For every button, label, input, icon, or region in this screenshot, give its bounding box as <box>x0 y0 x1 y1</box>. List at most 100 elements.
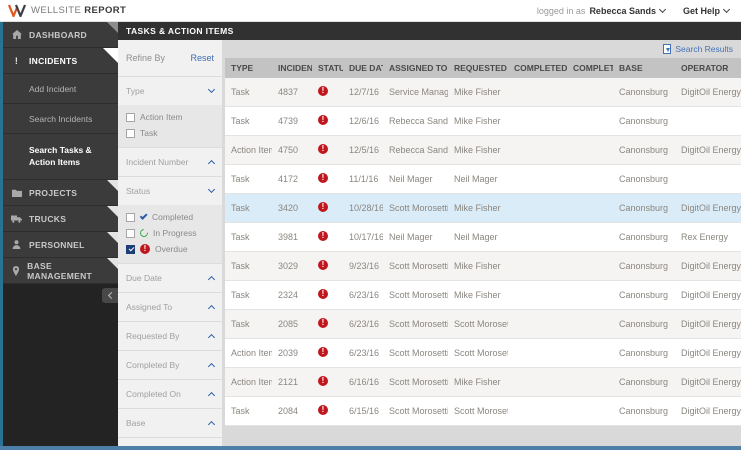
filter-option-task[interactable]: Task <box>126 128 214 138</box>
table-row[interactable]: Task 3981 10/17/16 Neil Mager Neil Mager… <box>225 223 741 252</box>
col-base[interactable]: BASE <box>613 58 675 78</box>
filter-section-requested-by[interactable]: Requested By <box>118 321 222 350</box>
sidebar-item-projects[interactable]: PROJECTS <box>3 180 118 206</box>
filter-section-completed-on[interactable]: Completed On <box>118 379 222 408</box>
col-requested-by[interactable]: REQUESTED BY <box>448 58 508 78</box>
table-row[interactable]: Task 2324 6/23/16 Scott Morosetti Mike F… <box>225 281 741 310</box>
map-pin-icon <box>11 266 20 276</box>
cell-due-date: 6/23/16 <box>343 281 383 310</box>
cell-type: Action Item <box>225 368 272 397</box>
chevron-down-icon <box>208 186 215 193</box>
col-due-date[interactable]: DUE DATE <box>343 58 383 78</box>
cell-operator: DigitOil Energy <box>675 194 741 223</box>
cell-completed-on <box>567 194 613 223</box>
table-row[interactable]: Task 3029 9/23/16 Scott Morosetti Mike F… <box>225 252 741 281</box>
filter-option-overdue[interactable]: Overdue <box>126 244 214 254</box>
cell-incident: 3981 <box>272 223 312 252</box>
sidebar-item-dashboard[interactable]: DASHBOARD <box>3 22 118 48</box>
cell-completed-by <box>508 310 567 339</box>
person-icon <box>11 240 22 249</box>
cell-incident: 4750 <box>272 136 312 165</box>
cell-base: Canonsburg <box>613 136 675 165</box>
col-status[interactable]: STATUS <box>312 58 343 78</box>
cell-operator: DigitOil Energy <box>675 136 741 165</box>
checkbox[interactable] <box>126 213 135 222</box>
checkbox[interactable] <box>126 113 135 122</box>
refine-by-panel: Refine By Reset Type Action Item Task <box>118 40 222 450</box>
cell-due-date: 6/16/16 <box>343 368 383 397</box>
table-row[interactable]: Task 4172 11/1/16 Neil Mager Neil Mager … <box>225 165 741 194</box>
filter-option-in-progress[interactable]: In Progress <box>126 228 214 238</box>
cell-due-date: 9/23/16 <box>343 252 383 281</box>
table-row[interactable]: Task 2084 6/15/16 Scott Morosetti Scott … <box>225 397 741 426</box>
cell-incident: 2121 <box>272 368 312 397</box>
checkbox[interactable] <box>126 229 135 238</box>
filter-section-incident-number[interactable]: Incident Number <box>118 147 222 176</box>
cell-type: Task <box>225 223 272 252</box>
cell-due-date: 6/23/16 <box>343 310 383 339</box>
table-row[interactable]: Action Item 2121 6/16/16 Scott Morosetti… <box>225 368 741 397</box>
filter-section-completed-by[interactable]: Completed By <box>118 350 222 379</box>
filter-section-type[interactable]: Type <box>118 76 222 105</box>
search-results-export-link[interactable]: Search Results <box>663 44 733 54</box>
sidebar-item-search-tasks-action-items[interactable]: Search Tasks & Action Items <box>3 134 118 180</box>
fold-corner <box>107 232 118 243</box>
sidebar-item-trucks[interactable]: TRUCKS <box>3 206 118 232</box>
cell-completed-on <box>567 223 613 252</box>
cell-assigned-to: Scott Morosetti <box>383 194 448 223</box>
filter-section-assigned-to[interactable]: Assigned To <box>118 292 222 321</box>
refine-by-title: Refine By <box>126 53 165 63</box>
results-region: Search Results TYPE INCIDENT STATUS DUE … <box>222 40 741 450</box>
cell-completed-on <box>567 281 613 310</box>
sidebar-filler <box>3 284 118 450</box>
cell-completed-by <box>508 339 567 368</box>
table-row[interactable]: Task 3420 10/28/16 Scott Morosetti Mike … <box>225 194 741 223</box>
table-row[interactable]: Task 4739 12/6/16 Rebecca Sands Mike Fis… <box>225 107 741 136</box>
cell-assigned-to: Scott Morosetti <box>383 281 448 310</box>
cell-type: Action Item <box>225 136 272 165</box>
chevron-up-icon <box>208 391 215 398</box>
checkbox[interactable] <box>126 129 135 138</box>
page-title-bar: TASKS & ACTION ITEMS <box>118 22 741 40</box>
cell-operator <box>675 165 741 194</box>
sidebar-item-personnel[interactable]: PERSONNEL <box>3 232 118 258</box>
sidebar-collapse-button[interactable] <box>102 288 118 303</box>
cell-due-date: 12/5/16 <box>343 136 383 165</box>
col-assigned-to[interactable]: ASSIGNED TO <box>383 58 448 78</box>
table-row[interactable]: Task 2085 6/23/16 Scott Morosetti Scott … <box>225 310 741 339</box>
col-type[interactable]: TYPE <box>225 58 272 78</box>
get-help-menu[interactable]: Get Help <box>683 6 729 16</box>
cell-incident: 4172 <box>272 165 312 194</box>
cell-assigned-to: Scott Morosetti <box>383 310 448 339</box>
cell-status <box>312 136 343 165</box>
cell-incident: 4739 <box>272 107 312 136</box>
col-completed-on[interactable]: COMPLETED ON <box>567 58 613 78</box>
sidebar-item-add-incident[interactable]: Add Incident <box>3 74 118 104</box>
search-results-doc-icon <box>663 44 671 54</box>
sidebar-item-base-management[interactable]: BASE MANAGEMENT <box>3 258 118 284</box>
checkbox[interactable] <box>126 245 135 254</box>
table-row[interactable]: Task 4837 12/7/16 Service Manager Mike F… <box>225 78 741 107</box>
cell-completed-on <box>567 165 613 194</box>
user-menu[interactable]: logged in as Rebecca Sands <box>537 6 665 16</box>
table-row[interactable]: Action Item 2039 6/23/16 Scott Morosetti… <box>225 339 741 368</box>
col-incident[interactable]: INCIDENT <box>272 58 312 78</box>
sidebar-item-incidents[interactable]: ! INCIDENTS <box>3 48 118 74</box>
col-operator[interactable]: OPERATOR <box>675 58 741 78</box>
tasks-table: TYPE INCIDENT STATUS DUE DATE ASSIGNED T… <box>225 58 741 426</box>
sidebar-item-search-incidents[interactable]: Search Incidents <box>3 104 118 134</box>
reset-filters-link[interactable]: Reset <box>190 53 214 63</box>
cell-due-date: 11/1/16 <box>343 165 383 194</box>
cell-status <box>312 107 343 136</box>
col-completed-by[interactable]: COMPLETED BY <box>508 58 567 78</box>
table-row[interactable]: Action Item 4750 12/5/16 Rebecca Sands M… <box>225 136 741 165</box>
cell-type: Task <box>225 252 272 281</box>
cell-status <box>312 165 343 194</box>
filter-section-due-date[interactable]: Due Date <box>118 263 222 292</box>
filter-option-completed[interactable]: Completed <box>126 212 214 222</box>
incident-exclamation-icon: ! <box>11 56 22 66</box>
cell-requested-by: Neil Mager <box>448 223 508 252</box>
filter-section-base[interactable]: Base <box>118 408 222 437</box>
filter-option-action-item[interactable]: Action Item <box>126 112 214 122</box>
filter-section-status[interactable]: Status <box>118 176 222 205</box>
